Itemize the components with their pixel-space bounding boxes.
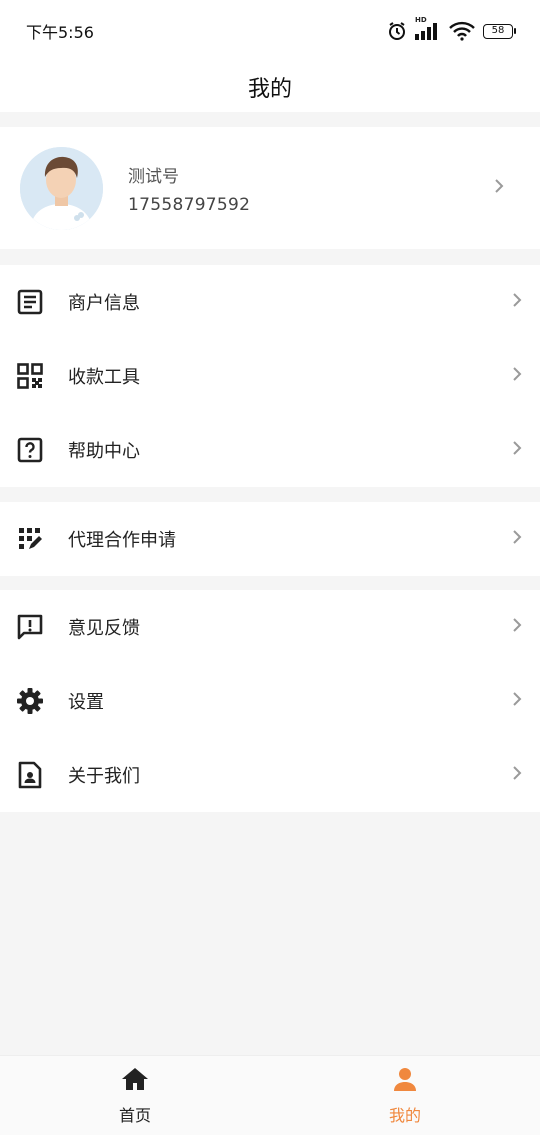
- qr-code-icon: [16, 362, 44, 390]
- battery-icon: 58: [483, 23, 516, 39]
- menu-item-help-center[interactable]: 帮助中心: [0, 413, 540, 487]
- signal-icon: HD: [415, 16, 441, 40]
- profile-info: 测试号 17558797592: [128, 162, 250, 215]
- tab-home[interactable]: 首页: [0, 1056, 270, 1135]
- menu-label: 意见反馈: [68, 618, 140, 639]
- gear-icon: [16, 687, 44, 715]
- help-box-icon: [16, 436, 44, 464]
- page-title: 我的: [247, 77, 292, 102]
- menu-item-merchant-info[interactable]: 商户信息: [0, 265, 540, 339]
- menu-label: 收款工具: [68, 367, 140, 388]
- bottom-nav: 首页 我的: [0, 1055, 540, 1135]
- profile-name: 测试号: [128, 166, 179, 187]
- hd-label: HD: [415, 16, 427, 24]
- chevron-right-icon: [494, 178, 504, 198]
- menu-item-feedback[interactable]: 意见反馈: [0, 590, 540, 664]
- person-icon: [392, 1066, 418, 1096]
- menu-label: 关于我们: [68, 766, 140, 787]
- alarm-icon: [387, 21, 407, 41]
- menu-item-agent-application[interactable]: 代理合作申请: [0, 502, 540, 576]
- chevron-right-icon: [512, 440, 522, 460]
- chevron-right-icon: [512, 366, 522, 386]
- avatar: [20, 146, 103, 230]
- chevron-right-icon: [512, 529, 522, 549]
- document-list-icon: [16, 288, 44, 316]
- profile-card[interactable]: 测试号 17558797592: [0, 127, 540, 249]
- menu-label: 代理合作申请: [68, 530, 176, 551]
- chevron-right-icon: [512, 617, 522, 637]
- tab-label: 首页: [118, 1106, 151, 1125]
- tab-mine[interactable]: 我的: [270, 1056, 540, 1135]
- tab-label: 我的: [388, 1106, 421, 1125]
- chevron-right-icon: [512, 292, 522, 312]
- apply-edit-icon: [16, 525, 44, 553]
- home-icon: [121, 1066, 149, 1096]
- profile-phone: 17558797592: [128, 194, 251, 215]
- chevron-right-icon: [512, 691, 522, 711]
- menu-label: 设置: [68, 692, 104, 713]
- menu-group-agent: 代理合作申请: [0, 502, 540, 576]
- feedback-icon: [16, 613, 44, 641]
- status-icons: HD 58: [387, 16, 516, 41]
- status-bar: 下午5:56 HD 58: [0, 0, 540, 62]
- chevron-right-icon: [512, 765, 522, 785]
- battery-level: 58: [483, 23, 513, 39]
- menu-item-settings[interactable]: 设置: [0, 664, 540, 738]
- menu-item-about-us[interactable]: 关于我们: [0, 738, 540, 812]
- wifi-icon: [449, 21, 475, 41]
- contact-card-icon: [16, 761, 44, 789]
- menu-group-account: 商户信息 收款工具 帮助中心: [0, 265, 540, 487]
- menu-label: 商户信息: [68, 293, 140, 314]
- menu-group-other: 意见反馈 设置 关于我们: [0, 590, 540, 812]
- menu-item-payment-tools[interactable]: 收款工具: [0, 339, 540, 413]
- menu-label: 帮助中心: [68, 441, 140, 462]
- title-bar: 我的: [0, 62, 540, 112]
- status-time: 下午5:56: [26, 23, 94, 42]
